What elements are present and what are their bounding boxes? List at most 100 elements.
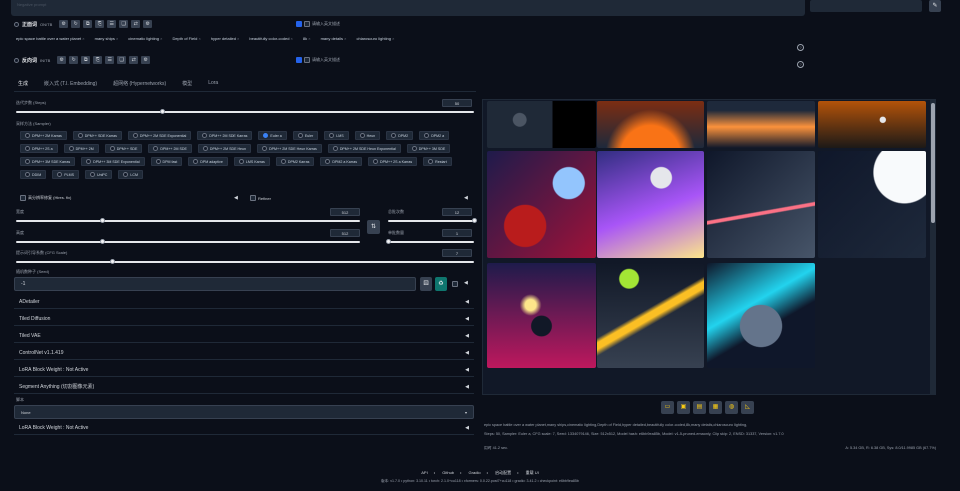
list-icon[interactable]: ☰ [107,20,117,28]
sampler-option[interactable]: Restart [423,157,452,166]
radio[interactable] [123,172,129,177]
gallery-image[interactable] [487,101,596,148]
radio[interactable] [262,146,268,151]
gallery-image[interactable] [707,101,815,148]
gallery-image[interactable] [707,151,815,258]
accordion-segment-anything[interactable]: Segment Anything (切割图像元素) ◀ [14,380,474,394]
refiner-toggle[interactable]: Refiner [250,195,271,201]
seed-input[interactable]: -1 [14,277,416,291]
caret-left-icon[interactable]: ◀ [464,280,468,286]
gallery-image[interactable] [818,151,926,258]
radio[interactable] [202,133,208,138]
info-circle-icon[interactable]: ? [797,61,804,68]
checkbox[interactable] [20,195,26,201]
positive-toggle[interactable] [14,21,19,27]
radio[interactable] [132,133,138,138]
negative-prompt-box[interactable]: Negative prompt [11,0,805,16]
radio[interactable] [25,159,30,164]
info-circle-icon[interactable]: ? [797,44,804,51]
radio[interactable] [329,133,335,138]
batch-size-slider-thumb[interactable] [385,239,391,244]
accordion-tiled-vae[interactable]: Tiled VAE ◀ [14,329,474,343]
reuse-seed-button[interactable]: ♻ [435,277,447,291]
sampler-option[interactable]: DPM++ 2M SDE Exponential [127,131,192,140]
sampler-option[interactable]: LMS [324,131,349,140]
radio[interactable] [325,159,331,164]
sampler-option[interactable]: DPM++ SDE [104,144,143,153]
zip-icon[interactable]: ▤ [693,401,706,414]
sampler-option[interactable]: UniPC [84,170,113,179]
sampler-option[interactable]: DPM2 Karras [275,157,315,166]
radio[interactable] [25,146,30,151]
folder-icon[interactable]: ▭ [661,401,674,414]
gallery-image[interactable] [707,263,815,368]
sampler-option[interactable]: DPM++ 2M SDE Heun Exponential [327,144,401,153]
sampler-option[interactable]: Euler a [258,131,287,140]
tag[interactable]: cinematic lighting [128,36,162,41]
cfg-input[interactable]: 7 [442,249,472,257]
radio[interactable] [297,133,303,138]
steps-input[interactable]: 50 [442,99,472,107]
translate-icon[interactable]: ⇄ [129,56,139,64]
bookmark-icon[interactable]: ❑ [119,20,129,28]
negative-toggle[interactable] [14,57,19,63]
checkbox[interactable] [296,21,302,27]
sampler-option[interactable]: DPM++ 2M SDE Karras [197,131,253,140]
accordion-controlnet[interactable]: ControlNet v1.1.419 ◀ [14,346,474,360]
tag[interactable]: many ships [95,36,119,41]
tag[interactable]: hyper detailed [211,36,240,41]
sampler-option[interactable]: DPM++ SDE Karras [72,131,122,140]
caret-left-icon[interactable]: ◀ [464,195,468,201]
positive-english-check[interactable]: 请输入英文描述 [296,21,340,27]
paste-icon[interactable]: ⎘ [95,20,105,28]
translate-icon[interactable]: ⇄ [131,20,141,28]
gallery-image[interactable] [597,101,704,148]
bookmark-icon[interactable]: ❑ [117,56,127,64]
script-select[interactable]: None ▾ [14,405,474,419]
swap-dimensions-button[interactable]: ⇅ [367,220,380,234]
gallery-image[interactable] [597,263,704,368]
tab-models[interactable]: 模型 [182,80,192,87]
gallery-image[interactable] [818,101,926,148]
checkbox[interactable] [250,195,256,201]
radio[interactable] [391,133,397,138]
sampler-option[interactable]: DPM adaptive [188,157,228,166]
sampler-option[interactable]: LMS Karras [233,157,270,166]
radio[interactable] [428,159,434,164]
radio[interactable] [57,172,63,177]
negative-english-check[interactable]: 请输入英文描述 [296,57,340,63]
radio[interactable] [280,159,286,164]
tag[interactable]: beautifully color-coded [249,36,292,41]
sampler-option[interactable]: DPM2 a Karras [320,157,362,166]
sampler-option[interactable]: DPM++ 2M SDE Heun [197,144,252,153]
tab-hypernetworks[interactable]: 超网络 (Hypernetworks) [113,80,166,87]
batch-count-input[interactable]: 12 [442,208,472,216]
accordion-adetailer[interactable]: ADetailer ◀ [14,295,474,309]
sampler-option[interactable]: Euler [292,131,319,140]
sampler-option[interactable]: DDIM [20,170,47,179]
sampler-option[interactable]: DPM++ 2M [63,144,99,153]
steps-slider-thumb[interactable] [160,109,166,114]
palette-icon[interactable]: ◍ [725,401,738,414]
gallery-image[interactable] [487,263,596,368]
width-input[interactable]: 512 [330,208,360,216]
radio[interactable] [86,159,92,164]
radio[interactable] [411,146,417,151]
radio[interactable] [263,133,269,138]
caret-left-icon[interactable]: ◀ [234,195,238,201]
height-input[interactable]: 512 [330,229,360,237]
sampler-option[interactable]: DPM2 [386,131,414,140]
radio[interactable] [153,146,159,151]
tag[interactable]: epic space battle over a water planet [16,36,85,41]
random-seed-button[interactable]: ⚄ [420,277,432,291]
save-icon[interactable]: ▣ [677,401,690,414]
tab-generate[interactable]: 生成 [18,80,28,87]
batch-size-slider[interactable] [388,241,474,243]
cfg-slider[interactable] [16,261,474,263]
radio[interactable] [77,133,83,138]
height-slider[interactable] [16,241,360,243]
footer-link-gradio[interactable]: Gradio [469,470,481,475]
tag[interactable]: 8k [303,36,311,41]
sampler-option[interactable]: DPM2 a [419,131,450,140]
radio[interactable] [68,146,74,151]
